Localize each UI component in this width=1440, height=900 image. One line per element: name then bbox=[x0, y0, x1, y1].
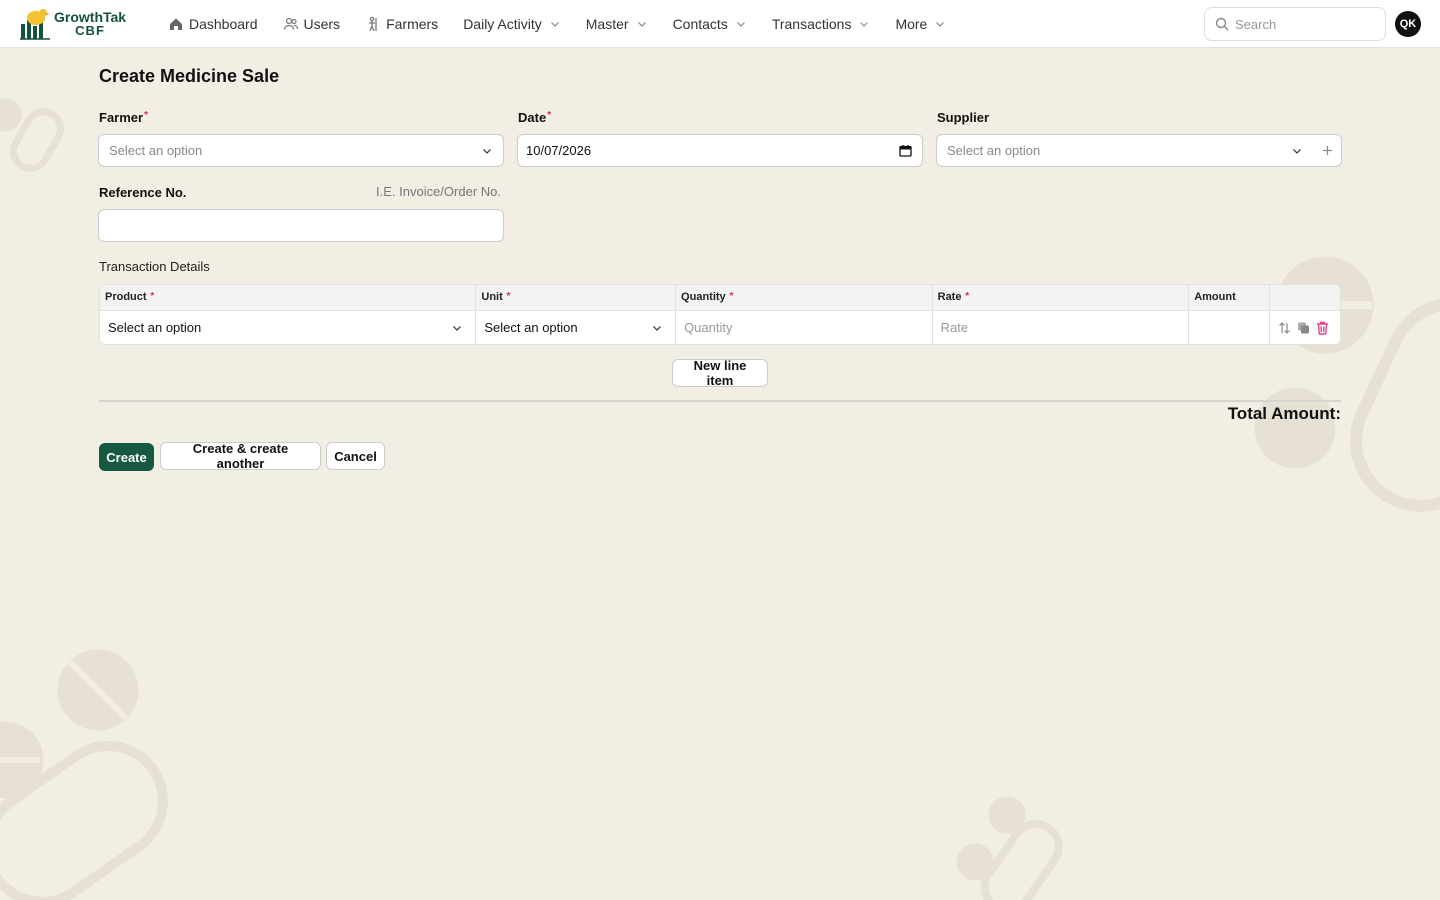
date-value: 10/07/2026 bbox=[526, 143, 592, 158]
product-select-value: Select an option bbox=[108, 320, 202, 335]
chevron-down-icon bbox=[453, 326, 462, 331]
column-rate-label: Rate bbox=[937, 291, 962, 303]
transaction-table: Product * Unit * Quantity * Rate * Amoun… bbox=[99, 284, 1341, 345]
create-button[interactable]: Create bbox=[99, 443, 154, 471]
reference-hint: I.E. Invoice/Order No. bbox=[376, 184, 501, 199]
nav-master[interactable]: Master bbox=[576, 8, 658, 40]
nav-daily-activity[interactable]: Daily Activity bbox=[453, 8, 571, 40]
calendar-icon[interactable] bbox=[899, 144, 912, 157]
nav-master-label: Master bbox=[585, 15, 629, 32]
supplier-label: Supplier bbox=[937, 110, 990, 125]
transaction-details-label: Transaction Details bbox=[99, 259, 210, 274]
nav-contacts-label: Contacts bbox=[672, 15, 728, 32]
logo-icon bbox=[20, 8, 50, 40]
brand-logo[interactable]: GrowthTak CBF bbox=[20, 4, 138, 44]
nav-more-label: More bbox=[895, 15, 928, 32]
supplier-select-placeholder: Select an option bbox=[947, 143, 1041, 158]
farmer-select[interactable]: Select an option bbox=[98, 134, 504, 167]
user-avatar[interactable]: QK bbox=[1395, 11, 1421, 37]
quantity-placeholder: Quantity bbox=[684, 320, 733, 335]
column-rate: Rate * bbox=[933, 285, 1190, 310]
table-header: Product * Unit * Quantity * Rate * Amoun… bbox=[100, 285, 1340, 311]
table-row: Select an option Select an option Quanti… bbox=[100, 311, 1340, 344]
nav-farmers[interactable]: Farmers bbox=[355, 8, 448, 40]
required-marker: * bbox=[147, 291, 155, 302]
reference-input[interactable] bbox=[98, 209, 504, 242]
column-quantity-label: Quantity bbox=[681, 291, 726, 303]
total-amount: Total Amount: bbox=[1227, 404, 1341, 423]
nav-more[interactable]: More bbox=[885, 8, 956, 40]
trash-icon[interactable] bbox=[1316, 321, 1329, 335]
chevron-down-icon bbox=[653, 326, 662, 331]
column-amount-label: Amount bbox=[1194, 291, 1236, 303]
search-input[interactable] bbox=[1235, 16, 1375, 32]
column-product-label: Product bbox=[105, 291, 147, 303]
nav-transactions-label: Transactions bbox=[771, 15, 852, 32]
nav-dashboard-label: Dashboard bbox=[189, 15, 258, 32]
required-marker: * bbox=[144, 110, 148, 121]
column-product: Product * bbox=[100, 285, 477, 310]
users-icon bbox=[283, 16, 299, 32]
date-field[interactable]: 10/07/2026 bbox=[517, 134, 923, 167]
create-another-button[interactable]: Create & create another bbox=[160, 441, 321, 471]
nav-daily-activity-label: Daily Activity bbox=[463, 15, 542, 32]
home-icon bbox=[168, 16, 184, 32]
chevron-down-icon bbox=[636, 18, 648, 30]
new-line-item-button[interactable]: New line item bbox=[672, 358, 768, 388]
clone-icon[interactable] bbox=[1297, 321, 1310, 335]
main-nav: Dashboard Users Farmers Daily Activity M… bbox=[158, 8, 961, 40]
required-marker: * bbox=[726, 291, 734, 302]
page-title: Create Medicine Sale bbox=[99, 66, 280, 86]
chevron-down-icon bbox=[858, 18, 870, 30]
brand-name: GrowthTak bbox=[54, 8, 127, 25]
row-actions bbox=[1270, 311, 1340, 344]
date-label: Date* bbox=[518, 110, 551, 125]
unit-select[interactable]: Select an option bbox=[476, 311, 677, 344]
chevron-down-icon bbox=[1293, 149, 1301, 154]
chevron-down-icon bbox=[483, 149, 491, 154]
required-marker: * bbox=[547, 110, 552, 121]
amount-cell bbox=[1189, 311, 1271, 344]
farmer-label: Farmer* bbox=[99, 110, 148, 125]
farmer-label-text: Farmer bbox=[99, 110, 144, 125]
rate-input[interactable]: Rate bbox=[933, 311, 1190, 344]
farmer-icon bbox=[365, 16, 381, 32]
nav-dashboard[interactable]: Dashboard bbox=[158, 8, 268, 40]
required-marker: * bbox=[962, 291, 970, 302]
plus-icon bbox=[1322, 146, 1332, 155]
nav-contacts[interactable]: Contacts bbox=[663, 8, 757, 40]
supplier-select[interactable]: Select an option bbox=[936, 134, 1314, 167]
product-select[interactable]: Select an option bbox=[100, 311, 477, 344]
nav-transactions[interactable]: Transactions bbox=[762, 8, 881, 40]
cancel-button[interactable]: Cancel bbox=[326, 442, 385, 470]
column-amount: Amount bbox=[1189, 285, 1271, 310]
reorder-icon[interactable] bbox=[1278, 321, 1291, 335]
rate-placeholder: Rate bbox=[940, 320, 969, 335]
unit-select-value: Select an option bbox=[484, 320, 578, 335]
nav-farmers-label: Farmers bbox=[386, 15, 439, 32]
date-label-text: Date bbox=[518, 110, 547, 125]
reference-label: Reference No. bbox=[99, 185, 187, 200]
column-actions bbox=[1270, 285, 1340, 310]
required-marker: * bbox=[503, 291, 511, 302]
quantity-input[interactable]: Quantity bbox=[676, 311, 933, 344]
chevron-down-icon bbox=[735, 18, 747, 30]
nav-users-label: Users bbox=[303, 15, 341, 32]
column-quantity: Quantity * bbox=[676, 285, 933, 310]
nav-users[interactable]: Users bbox=[273, 8, 351, 40]
top-navbar: GrowthTak CBF Dashboard Users Farmers Da… bbox=[0, 0, 1440, 48]
add-supplier-button[interactable] bbox=[1313, 134, 1342, 167]
chevron-down-icon bbox=[549, 18, 561, 30]
search-icon bbox=[1215, 17, 1229, 31]
column-unit: Unit * bbox=[476, 285, 677, 310]
chevron-down-icon bbox=[934, 18, 946, 30]
farmer-select-placeholder: Select an option bbox=[109, 143, 203, 158]
global-search[interactable] bbox=[1204, 7, 1386, 41]
brand-subtitle: CBF bbox=[75, 22, 105, 38]
divider bbox=[99, 400, 1341, 402]
column-unit-label: Unit bbox=[481, 291, 503, 303]
